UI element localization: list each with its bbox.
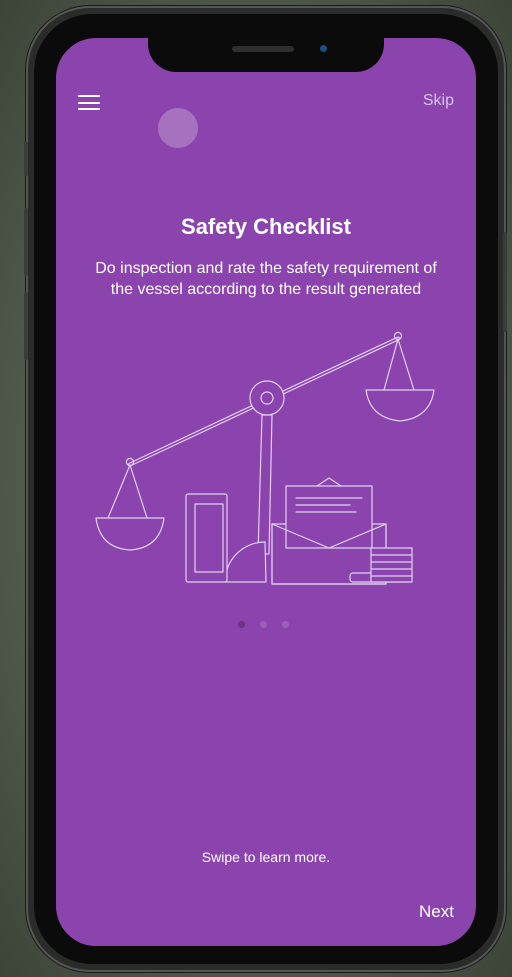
phone-side-button — [24, 292, 28, 360]
phone-notch — [148, 38, 384, 72]
pagination-dot[interactable] — [260, 621, 267, 628]
pagination-dots — [238, 621, 298, 629]
next-button[interactable]: Next — [419, 902, 454, 922]
swipe-hint: Swipe to learn more. — [201, 849, 331, 865]
pagination-dot[interactable] — [282, 621, 289, 628]
phone-side-button — [24, 208, 28, 276]
phone-side-button — [24, 142, 28, 176]
page-title: Safety Checklist — [181, 214, 351, 239]
touch-indicator — [158, 108, 198, 148]
page-description: Do inspection and rate the safety requir… — [95, 260, 437, 298]
pagination-dot-active[interactable] — [238, 621, 245, 628]
speaker-grille — [232, 46, 294, 52]
app-screen: Skip Safety Checklist Do inspection and … — [56, 38, 476, 946]
hamburger-menu-icon[interactable] — [78, 95, 100, 111]
phone-side-button — [503, 232, 507, 332]
front-camera — [320, 45, 327, 52]
balance-scale-illustration — [95, 331, 435, 585]
skip-button[interactable]: Skip — [423, 92, 454, 110]
